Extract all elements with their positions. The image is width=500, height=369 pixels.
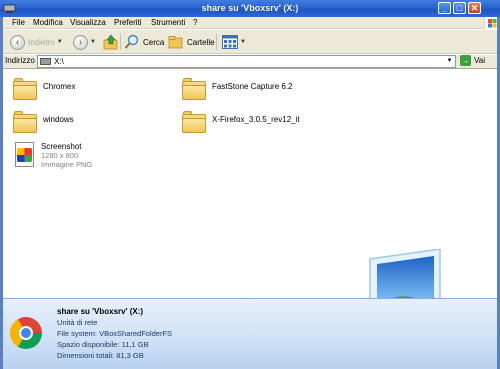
back-label: Indietro bbox=[28, 37, 55, 47]
menu-bar: File Modifica Visualizza Preferiti Strum… bbox=[0, 17, 500, 29]
file-name: Screenshot bbox=[41, 142, 82, 151]
menu-preferiti[interactable]: Preferiti bbox=[114, 18, 142, 27]
address-dropdown-icon[interactable]: ▼ bbox=[444, 56, 455, 67]
file-name: Chromex bbox=[43, 82, 76, 91]
folder-icon bbox=[182, 111, 206, 133]
go-arrow-icon: → bbox=[460, 55, 471, 66]
details-title: share su 'Vboxsrv' (X:) bbox=[57, 307, 144, 316]
back-button[interactable]: ‹ Indietro ▼ bbox=[10, 32, 63, 52]
title-bar[interactable]: share su 'Vboxsrv' (X:) _ □ ✕ bbox=[0, 0, 500, 17]
search-button[interactable]: Cerca bbox=[124, 32, 164, 52]
file-item-chromex[interactable]: Chromex bbox=[13, 78, 75, 100]
file-name: X-Firefox_3.0.5_rev12_it bbox=[212, 115, 300, 124]
chevron-down-icon[interactable]: ▼ bbox=[90, 39, 96, 45]
maximize-button[interactable]: □ bbox=[453, 2, 466, 14]
details-total-size: Dimensioni totali: 81,3 GB bbox=[57, 351, 144, 360]
menu-modifica[interactable]: Modifica bbox=[33, 18, 63, 27]
up-folder-button[interactable] bbox=[103, 32, 119, 52]
folder-icon bbox=[182, 78, 206, 100]
chrome-drive-icon bbox=[10, 317, 42, 349]
back-arrow-icon: ‹ bbox=[10, 34, 25, 50]
file-view[interactable]: Chromex FastStone Capture 6.2 windows X-… bbox=[0, 68, 500, 358]
window-border-left bbox=[0, 17, 3, 369]
png-image-icon bbox=[13, 142, 37, 170]
file-item-faststone[interactable]: FastStone Capture 6.2 bbox=[182, 78, 293, 100]
folder-icon bbox=[13, 111, 37, 133]
forward-arrow-icon: › bbox=[73, 34, 88, 50]
views-button[interactable]: ▼ bbox=[222, 32, 246, 52]
windows-logo-icon bbox=[484, 17, 498, 29]
address-value[interactable]: X:\ bbox=[54, 57, 64, 66]
address-bar: Indirizzo X:\ ▼ → Vai bbox=[0, 55, 500, 68]
go-label: Vai bbox=[474, 56, 485, 65]
file-type: Immagine PNG bbox=[41, 160, 93, 169]
file-name: FastStone Capture 6.2 bbox=[212, 82, 293, 91]
address-input[interactable]: X:\ ▼ bbox=[37, 55, 456, 68]
file-item-windows[interactable]: windows bbox=[13, 111, 74, 133]
menu-visualizza[interactable]: Visualizza bbox=[70, 18, 106, 27]
window-title: share su 'Vboxsrv' (X:) bbox=[201, 3, 299, 13]
search-icon bbox=[124, 34, 139, 49]
toolbar: ‹ Indietro ▼ › ▼ Cerca Cartelle ▼ bbox=[0, 30, 500, 54]
explorer-window: share su 'Vboxsrv' (X:) _ □ ✕ File Modif… bbox=[0, 0, 500, 369]
go-button[interactable]: → Vai bbox=[460, 55, 485, 66]
file-name: windows bbox=[43, 115, 74, 124]
details-filesystem: File system: VBoxSharedFolderFS bbox=[57, 329, 173, 338]
menu-strumenti[interactable]: Strumenti bbox=[151, 18, 185, 27]
toolbar-separator bbox=[120, 34, 121, 50]
menu-help[interactable]: ? bbox=[193, 18, 197, 27]
file-item-firefox[interactable]: X-Firefox_3.0.5_rev12_it bbox=[182, 111, 300, 133]
folder-icon bbox=[13, 78, 37, 100]
folders-label: Cartelle bbox=[187, 37, 215, 47]
chevron-down-icon[interactable]: ▼ bbox=[240, 39, 246, 45]
toolbar-separator bbox=[216, 34, 217, 50]
details-pane: share su 'Vboxsrv' (X:) Unità di rete Fi… bbox=[0, 298, 500, 369]
menu-file[interactable]: File bbox=[12, 18, 25, 27]
views-grid-icon bbox=[222, 35, 238, 49]
search-label: Cerca bbox=[143, 37, 165, 47]
minimize-button[interactable]: _ bbox=[438, 2, 451, 14]
file-item-screenshot[interactable]: Screenshot 1280 x 800 Immagine PNG bbox=[13, 142, 92, 170]
folders-button[interactable]: Cartelle bbox=[168, 32, 215, 52]
network-drive-icon bbox=[40, 58, 51, 65]
up-folder-icon bbox=[103, 34, 118, 50]
address-label: Indirizzo bbox=[5, 56, 35, 65]
forward-button[interactable]: › ▼ bbox=[73, 32, 96, 52]
chevron-down-icon[interactable]: ▼ bbox=[57, 39, 63, 45]
details-free-space: Spazio disponibile: 11,1 GB bbox=[57, 340, 149, 349]
close-button[interactable]: ✕ bbox=[468, 2, 481, 14]
folders-icon bbox=[168, 36, 183, 49]
details-type: Unità di rete bbox=[57, 318, 98, 327]
file-dimensions: 1280 x 800 bbox=[41, 151, 79, 160]
